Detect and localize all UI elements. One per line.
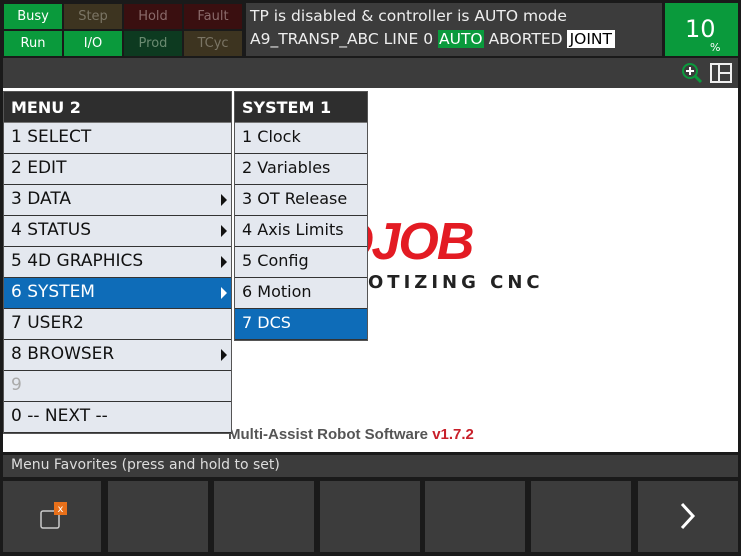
submenu-item-ot-release[interactable]: 3 OT Release bbox=[235, 185, 367, 216]
submenu-item-clock[interactable]: 1 Clock bbox=[235, 123, 367, 154]
menu-item-4d-graphics[interactable]: 5 4D GRAPHICS bbox=[4, 247, 231, 278]
split-screen-icon[interactable] bbox=[710, 63, 732, 83]
submenu-item-config[interactable]: 5 Config bbox=[235, 247, 367, 278]
software-name: Multi-Assist Robot Software bbox=[228, 426, 429, 443]
menu-item-system[interactable]: 6 SYSTEM bbox=[4, 278, 231, 309]
tcyc-indicator: TCyc bbox=[184, 31, 242, 56]
program-line: A9_TRANSP_ABC LINE 0 bbox=[250, 30, 434, 48]
submenu-item-dcs[interactable]: 7 DCS bbox=[235, 309, 367, 340]
menu-title: MENU 2 bbox=[4, 92, 231, 123]
favorite-slot-1[interactable] bbox=[108, 481, 208, 552]
menu-item-edit[interactable]: 2 EDIT bbox=[4, 154, 231, 185]
status-message: TP is disabled & controller is AUTO mode… bbox=[246, 3, 662, 56]
menu-item-status[interactable]: 4 STATUS bbox=[4, 216, 231, 247]
favorite-slot-3[interactable] bbox=[320, 481, 420, 552]
run-indicator: Run bbox=[4, 31, 62, 56]
fault-indicator: Fault bbox=[184, 4, 242, 29]
submenu-arrow-icon bbox=[221, 194, 227, 206]
submenu-arrow-icon bbox=[221, 349, 227, 361]
submenu-title: SYSTEM 1 bbox=[235, 92, 367, 123]
system-submenu: SYSTEM 1 1 Clock 2 Variables 3 OT Releas… bbox=[234, 91, 368, 341]
message-line2: A9_TRANSP_ABC LINE 0 AUTO ABORTED JOINT bbox=[250, 28, 658, 51]
main-menu: MENU 2 1 SELECT 2 EDIT 3 DATA 4 STATUS 5… bbox=[3, 91, 232, 434]
software-version: v1.7.2 bbox=[432, 426, 474, 443]
favorite-slot-2[interactable] bbox=[214, 481, 314, 552]
coord-badge: JOINT bbox=[566, 30, 615, 48]
override-unit: % bbox=[710, 41, 721, 54]
chevron-right-icon bbox=[680, 502, 696, 530]
program-state: ABORTED bbox=[488, 30, 563, 48]
submenu-item-axis-limits[interactable]: 4 Axis Limits bbox=[235, 216, 367, 247]
menu-item-next[interactable]: 0 -- NEXT -- bbox=[4, 402, 231, 433]
prod-indicator: Prod bbox=[124, 31, 182, 56]
step-indicator: Step bbox=[64, 4, 122, 29]
menu-item-browser[interactable]: 8 BROWSER bbox=[4, 340, 231, 371]
close-window-icon: x bbox=[40, 502, 67, 529]
mode-badge: AUTO bbox=[438, 30, 484, 48]
close-window-button[interactable]: x bbox=[3, 481, 101, 552]
menu-item-data[interactable]: 3 DATA bbox=[4, 185, 231, 216]
toolbar bbox=[3, 58, 738, 88]
io-indicator: I/O bbox=[64, 31, 122, 56]
submenu-item-variables[interactable]: 2 Variables bbox=[235, 154, 367, 185]
logo-tagline: OTIZING CNC bbox=[368, 272, 544, 293]
submenu-arrow-icon bbox=[221, 287, 227, 299]
hold-indicator: Hold bbox=[124, 4, 182, 29]
software-footer: Multi-Assist Robot Software v1.7.2 bbox=[228, 426, 474, 443]
submenu-arrow-icon bbox=[221, 256, 227, 268]
busy-indicator: Busy bbox=[4, 4, 62, 29]
submenu-arrow-icon bbox=[221, 225, 227, 237]
svg-text:x: x bbox=[58, 504, 64, 515]
next-page-button[interactable] bbox=[638, 481, 738, 552]
message-line1: TP is disabled & controller is AUTO mode bbox=[250, 7, 567, 25]
override-value: 10 bbox=[685, 15, 716, 43]
favorite-slot-4[interactable] bbox=[425, 481, 525, 552]
favorite-slot-5[interactable] bbox=[531, 481, 631, 552]
zoom-in-icon[interactable] bbox=[681, 62, 703, 84]
submenu-item-motion[interactable]: 6 Motion bbox=[235, 278, 367, 309]
speed-override[interactable]: 10 % bbox=[665, 3, 738, 56]
menu-item-select[interactable]: 1 SELECT bbox=[4, 123, 231, 154]
menu-item-9: 9 bbox=[4, 371, 231, 402]
menu-item-user2[interactable]: 7 USER2 bbox=[4, 309, 231, 340]
favorites-label: Menu Favorites (press and hold to set) bbox=[3, 455, 738, 477]
